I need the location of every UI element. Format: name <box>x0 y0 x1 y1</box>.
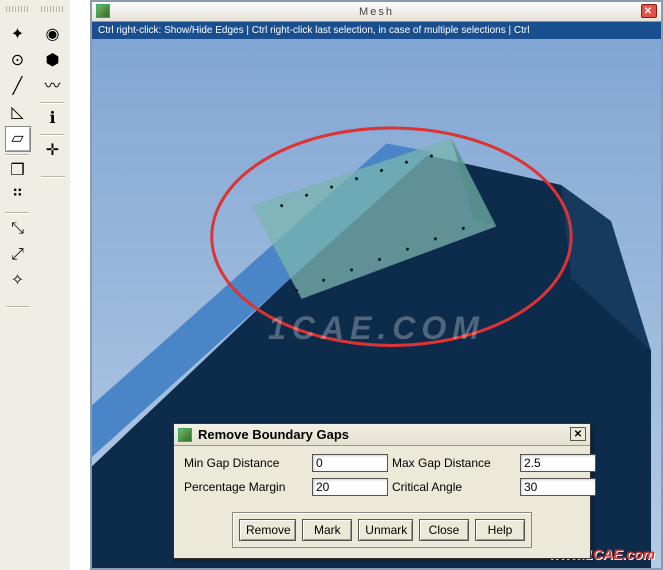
separator <box>41 176 65 178</box>
mark-button[interactable]: Mark <box>302 519 352 541</box>
close-icon[interactable]: ✕ <box>570 427 586 441</box>
point-icon[interactable]: ⊙ <box>5 48 31 74</box>
dialog-titlebar[interactable]: Remove Boundary Gaps ✕ <box>174 424 590 446</box>
max-gap-input[interactable] <box>520 454 596 472</box>
separator <box>40 134 64 136</box>
grip <box>6 6 30 12</box>
curve-icon[interactable]: 〰 <box>40 74 66 100</box>
max-gap-label: Max Gap Distance <box>392 456 516 470</box>
min-gap-input[interactable] <box>312 454 388 472</box>
min-gap-label: Min Gap Distance <box>184 456 308 470</box>
target-icon[interactable]: ✛ <box>40 138 66 164</box>
cube-icon[interactable]: ❒ <box>5 158 31 184</box>
face-icon[interactable]: ▱ <box>5 126 31 152</box>
close-icon[interactable]: ✕ <box>641 4 657 18</box>
triangle-icon[interactable]: ◺ <box>5 100 31 126</box>
tool-strip-left: ✦⊙╱◺▱ ❒⠛ ⤡⤢✧ <box>0 0 35 570</box>
dialog-button-row: Remove Mark Unmark Close Help <box>232 512 532 548</box>
app-icon <box>178 428 192 442</box>
grip <box>41 6 65 12</box>
axes-icon[interactable]: ✦ <box>5 22 31 48</box>
crit-angle-label: Critical Angle <box>392 480 516 494</box>
separator <box>6 306 30 308</box>
separator <box>5 154 29 156</box>
remove-boundary-gaps-dialog: Remove Boundary Gaps ✕ Min Gap Distance … <box>173 423 591 559</box>
view-titlebar: Mesh ✕ <box>92 2 661 22</box>
view-title: Mesh <box>359 6 394 18</box>
separator <box>5 212 29 214</box>
parts-icon[interactable]: ⠛ <box>5 184 31 210</box>
tool-strip-secondary: ◉⬢〰 ℹ ✛ <box>35 0 70 570</box>
pct-margin-input[interactable] <box>312 478 388 496</box>
pick-path-icon[interactable]: ⤡ <box>5 216 31 242</box>
separator <box>40 102 64 104</box>
close-button[interactable]: Close <box>419 519 469 541</box>
pick-branch-icon[interactable]: ⤢ <box>5 242 31 268</box>
eye-icon[interactable]: ◉ <box>40 22 66 48</box>
pick-group-icon[interactable]: ✧ <box>5 268 31 294</box>
dialog-body: Min Gap Distance Max Gap Distance Percen… <box>174 446 590 506</box>
extrude-icon[interactable]: ⬢ <box>40 48 66 74</box>
pct-margin-label: Percentage Margin <box>184 480 308 494</box>
help-button[interactable]: Help <box>475 519 525 541</box>
remove-button[interactable]: Remove <box>239 519 296 541</box>
hint-bar: Ctrl right-click: Show/Hide Edges | Ctrl… <box>92 22 661 39</box>
crit-angle-input[interactable] <box>520 478 596 496</box>
app-icon <box>96 4 110 18</box>
info-icon[interactable]: ℹ <box>40 106 66 132</box>
line-icon[interactable]: ╱ <box>5 74 31 100</box>
unmark-button[interactable]: Unmark <box>358 519 413 541</box>
dialog-title: Remove Boundary Gaps <box>198 427 349 442</box>
